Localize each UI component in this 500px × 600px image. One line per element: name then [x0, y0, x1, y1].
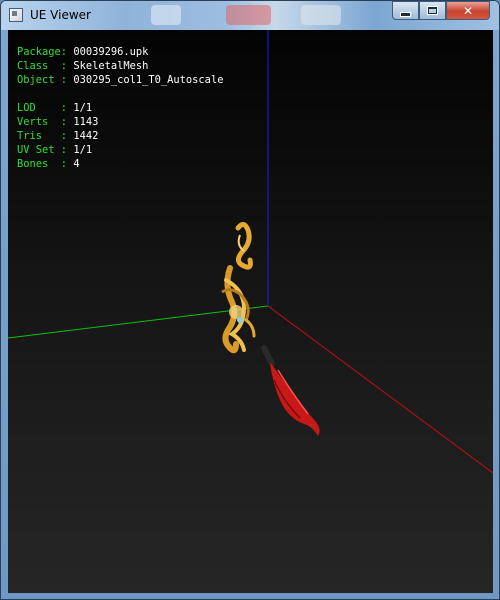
uv-set-value: 1/1	[73, 144, 93, 156]
maximize-icon	[428, 7, 437, 14]
titlebar-glass-reflection	[151, 5, 181, 25]
tris-value: 1442	[73, 130, 99, 142]
app-icon[interactable]	[9, 8, 23, 22]
maximize-button[interactable]	[419, 1, 446, 20]
bones-value: 4	[73, 158, 80, 170]
info-row-verts: Verts : 1143	[17, 115, 98, 129]
info-label: Tris :	[17, 130, 68, 142]
titlebar-glass-reflection	[301, 5, 341, 25]
info-row-bones: Bones : 4	[17, 157, 80, 171]
mesh-gold-ornament	[229, 305, 243, 319]
object-value: 030295_col1_T0_Autoscale	[73, 74, 224, 86]
window-title: UE Viewer	[30, 8, 91, 22]
info-label: Package:	[17, 46, 68, 58]
mesh-red-tassel	[270, 362, 320, 436]
info-row-class: Class : SkeletalMesh	[17, 59, 148, 73]
info-row-lod: LOD : 1/1	[17, 101, 92, 115]
info-label: Verts :	[17, 116, 68, 128]
info-label: LOD :	[17, 102, 68, 114]
axis-x-line	[267, 305, 493, 474]
info-label: Object :	[17, 74, 68, 86]
info-row-uv-set: UV Set : 1/1	[17, 143, 92, 157]
close-button[interactable]: ✕	[446, 1, 490, 20]
close-icon: ✕	[462, 3, 474, 18]
info-label: UV Set :	[17, 144, 68, 156]
mesh-gem	[237, 317, 243, 323]
mesh-model	[221, 222, 320, 436]
lod-value: 1/1	[73, 102, 93, 114]
app-window: UE Viewer ✕ Package: 00039296.upk Class …	[0, 0, 500, 600]
minimize-button[interactable]	[392, 1, 419, 20]
verts-value: 1143	[73, 116, 99, 128]
mesh-dark-shaft	[261, 345, 275, 367]
info-row-package: Package: 00039296.upk	[17, 45, 148, 59]
title-bar[interactable]: UE Viewer ✕	[1, 1, 499, 30]
titlebar-glass-reflection	[226, 5, 271, 25]
info-row-tris: Tris : 1442	[17, 129, 98, 143]
info-label: Class :	[17, 60, 68, 72]
3d-viewport[interactable]: Package: 00039296.upk Class : SkeletalMe…	[8, 30, 493, 593]
info-row-object: Object : 030295_col1_T0_Autoscale	[17, 73, 223, 87]
minimize-icon	[401, 13, 410, 16]
mesh-gold-ornament	[244, 318, 256, 338]
class-value: SkeletalMesh	[73, 60, 149, 72]
info-label: Bones :	[17, 158, 68, 170]
package-value: 00039296.upk	[73, 46, 149, 58]
